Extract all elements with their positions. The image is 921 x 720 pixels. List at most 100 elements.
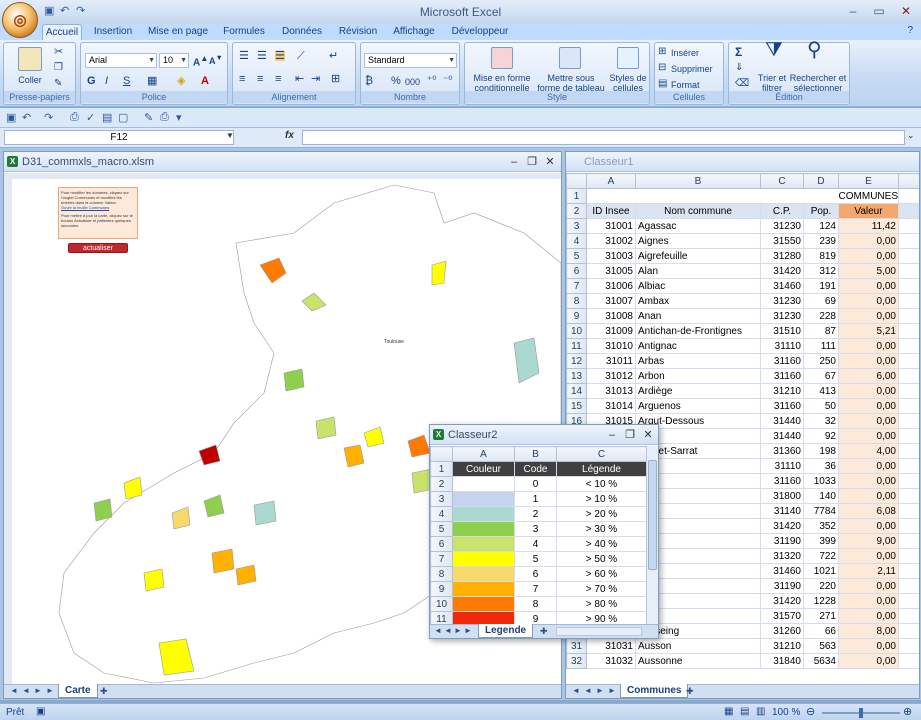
legend-color-swatch[interactable]: [452, 506, 515, 522]
sort-filter-icon[interactable]: ⧩: [765, 40, 783, 60]
fill-color-icon[interactable]: ◈: [177, 76, 185, 87]
next-sheet-icon[interactable]: ►: [34, 686, 42, 695]
cell[interactable]: [898, 368, 919, 384]
align-bottom-icon[interactable]: ☰: [275, 51, 285, 62]
legend-label[interactable]: > 30 %: [556, 521, 646, 537]
cell-cp[interactable]: 31140: [760, 503, 804, 519]
cell-cp[interactable]: 31420: [760, 593, 804, 609]
legend-color-swatch[interactable]: [452, 596, 515, 612]
cell[interactable]: [898, 503, 919, 519]
cell-id[interactable]: 31006: [586, 278, 636, 294]
cell-pop[interactable]: 239: [803, 233, 839, 249]
cell-cp[interactable]: 31510: [760, 323, 804, 339]
cell-pop[interactable]: 198: [803, 443, 839, 459]
column-header[interactable]: B: [635, 173, 761, 189]
legend-color-swatch[interactable]: [452, 566, 515, 582]
legend-color-swatch[interactable]: [452, 536, 515, 552]
header-legend[interactable]: Légende: [556, 461, 646, 477]
help-icon[interactable]: ?: [907, 25, 913, 36]
cell-cp[interactable]: 31190: [760, 533, 804, 549]
cell-pop[interactable]: 1228: [803, 593, 839, 609]
currency-icon[interactable]: ₿: [365, 76, 373, 87]
cell-cp[interactable]: 31160: [760, 353, 804, 369]
decrease-decimal-icon[interactable]: ⁻⁰: [443, 76, 452, 86]
cell[interactable]: [898, 383, 919, 399]
align-center-icon[interactable]: ≡: [257, 74, 263, 85]
legend-label[interactable]: > 80 %: [556, 596, 646, 612]
row-header[interactable]: 4: [566, 233, 587, 249]
row-header[interactable]: 3: [566, 218, 587, 234]
copy-icon[interactable]: ❐: [54, 63, 63, 73]
legend-label[interactable]: > 90 %: [556, 611, 646, 624]
cell-cp[interactable]: 31800: [760, 488, 804, 504]
cell-pop[interactable]: 1033: [803, 473, 839, 489]
row-header[interactable]: 2: [430, 476, 453, 492]
select-all-corner[interactable]: [566, 173, 587, 189]
legend-label[interactable]: > 20 %: [556, 506, 646, 522]
cell[interactable]: [898, 548, 919, 564]
expand-formula-icon[interactable]: ⌄: [907, 130, 915, 141]
name-box-dropdown-icon[interactable]: ▼: [226, 131, 234, 140]
note-link[interactable]: Ouvrir la feuille Communes: [61, 205, 135, 210]
cell-name[interactable]: Ardiège: [635, 383, 761, 399]
cell-cp[interactable]: 31570: [760, 608, 804, 624]
row-header[interactable]: 8: [430, 566, 453, 582]
cell-cp[interactable]: 31550: [760, 233, 804, 249]
cell-value[interactable]: 0,00: [838, 488, 899, 504]
merge-center-icon[interactable]: ⊞: [331, 74, 340, 85]
delete-cells-icon[interactable]: ⊟: [658, 63, 666, 73]
cell-pop[interactable]: 5634: [803, 653, 839, 669]
cell[interactable]: [898, 563, 919, 579]
cell-pop[interactable]: 271: [803, 608, 839, 624]
legend-code[interactable]: 9: [514, 611, 557, 624]
cell-id[interactable]: 31031: [586, 638, 636, 654]
legend-code[interactable]: 0: [514, 476, 557, 492]
undo-icon[interactable]: ↶: [22, 111, 36, 125]
legend-label[interactable]: > 70 %: [556, 581, 646, 597]
cell[interactable]: [898, 488, 919, 504]
new-sheet-icon[interactable]: ✚: [540, 626, 548, 637]
cell[interactable]: [898, 218, 919, 234]
tab-revision[interactable]: Révision: [334, 24, 382, 40]
align-top-icon[interactable]: ☰: [239, 51, 249, 62]
last-sheet-icon[interactable]: ►: [608, 686, 616, 695]
cell-cp[interactable]: 31110: [760, 338, 804, 354]
cell-value[interactable]: 4,00: [838, 443, 899, 459]
cell-value[interactable]: 0,00: [838, 638, 899, 654]
cell[interactable]: [898, 623, 919, 639]
cell[interactable]: [898, 278, 919, 294]
legend-code[interactable]: 7: [514, 581, 557, 597]
cell[interactable]: [898, 263, 919, 279]
cell-value[interactable]: 9,00: [838, 533, 899, 549]
cell-cp[interactable]: 31160: [760, 368, 804, 384]
format-as-table-button[interactable]: Mettre sous forme de tableau: [535, 73, 607, 93]
wrap-text-icon[interactable]: ↵: [329, 51, 338, 62]
legend-color-swatch[interactable]: [452, 551, 515, 567]
zoom-out-icon[interactable]: ⊖: [806, 705, 815, 718]
cell-id[interactable]: 31008: [586, 308, 636, 324]
cell-value[interactable]: 0,00: [838, 338, 899, 354]
cell-id[interactable]: 31003: [586, 248, 636, 264]
print-preview-icon[interactable]: ⎙: [70, 111, 84, 125]
cell-id[interactable]: 31013: [586, 383, 636, 399]
cell-cp[interactable]: 31440: [760, 413, 804, 429]
cell-cp[interactable]: 31160: [760, 398, 804, 414]
legend-color-swatch[interactable]: [452, 476, 515, 492]
legend-code[interactable]: 4: [514, 536, 557, 552]
cell[interactable]: [898, 638, 919, 654]
percent-button[interactable]: %: [391, 76, 401, 87]
cell-cp[interactable]: 31840: [760, 653, 804, 669]
cell-value[interactable]: 6,08: [838, 503, 899, 519]
cell-value[interactable]: 2,11: [838, 563, 899, 579]
row-header[interactable]: 11: [566, 338, 587, 354]
shrink-font-icon[interactable]: A▼: [209, 53, 223, 66]
grow-font-icon[interactable]: A▲: [193, 53, 208, 68]
row-header[interactable]: 5: [430, 521, 453, 537]
cell[interactable]: [898, 248, 919, 264]
cell[interactable]: [898, 608, 919, 624]
insert-cells-button[interactable]: Insérer: [671, 48, 699, 58]
cell-cp[interactable]: 31230: [760, 218, 804, 234]
row-header[interactable]: 1: [566, 188, 587, 204]
cell-name[interactable]: Ausson: [635, 638, 761, 654]
tab-developpeur[interactable]: Développeur: [446, 24, 514, 40]
